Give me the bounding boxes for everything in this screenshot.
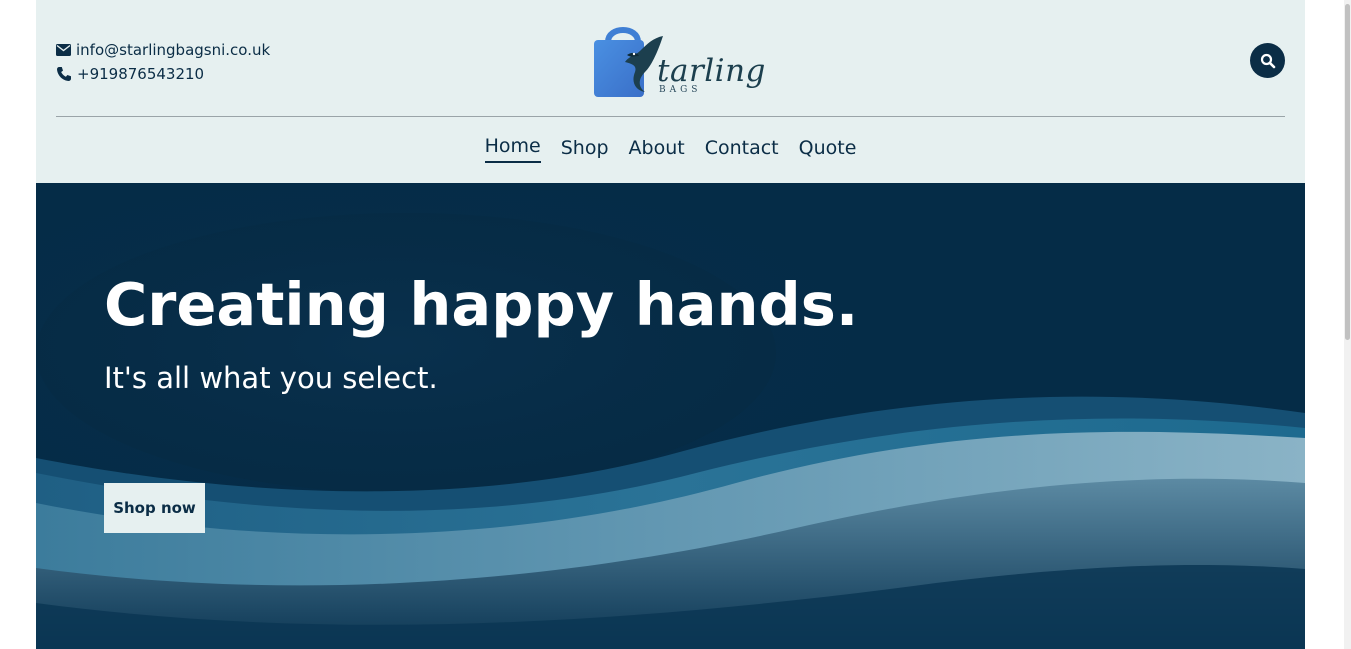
main-nav: Home Shop About Contact Quote [36, 133, 1305, 163]
header-divider [56, 116, 1285, 117]
site-logo[interactable]: tarling BAGS [591, 20, 791, 100]
scrollbar-thumb[interactable] [1345, 4, 1350, 340]
email-row[interactable]: info@starlingbagsni.co.uk [56, 38, 270, 62]
page-scrollbar[interactable] [1344, 0, 1351, 649]
nav-item-home[interactable]: Home [484, 133, 541, 163]
logo-subtext: BAGS [659, 85, 702, 95]
hero-waves-background [36, 183, 1305, 649]
nav-item-quote[interactable]: Quote [799, 133, 857, 163]
phone-row[interactable]: +919876543210 [56, 62, 270, 86]
phone-text: +919876543210 [77, 65, 205, 83]
nav-item-about[interactable]: About [629, 133, 685, 163]
contact-info: info@starlingbagsni.co.uk +919876543210 [56, 38, 270, 86]
envelope-icon [56, 44, 71, 56]
search-icon [1260, 53, 1275, 68]
logo-wordmark: tarling [657, 53, 766, 89]
hero-title: Creating happy hands. [104, 270, 859, 339]
shop-now-button[interactable]: Shop now [104, 483, 205, 533]
nav-item-shop[interactable]: Shop [561, 133, 609, 163]
phone-icon [57, 67, 71, 81]
nav-item-contact[interactable]: Contact [705, 133, 779, 163]
email-text: info@starlingbagsni.co.uk [76, 41, 271, 59]
hero-subtitle: It's all what you select. [104, 361, 438, 395]
site-header: info@starlingbagsni.co.uk +919876543210 [36, 0, 1305, 183]
page: info@starlingbagsni.co.uk +919876543210 [36, 0, 1305, 649]
hero-banner: Creating happy hands. It's all what you … [36, 183, 1305, 649]
search-button[interactable] [1250, 43, 1285, 78]
